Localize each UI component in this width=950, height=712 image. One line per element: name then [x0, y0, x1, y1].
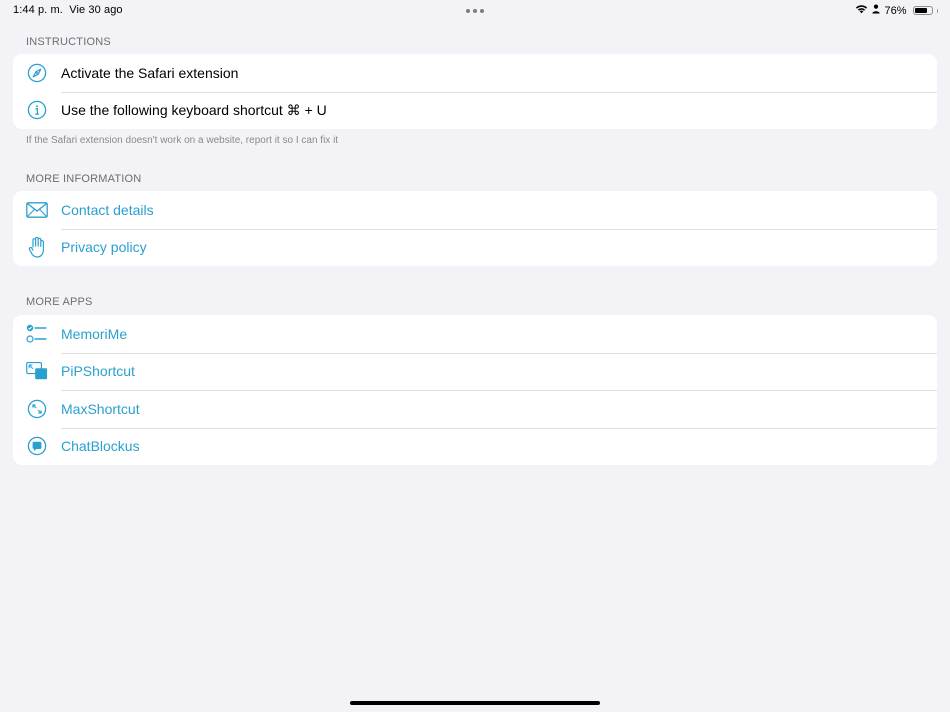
more-apps-card: MemoriMe PiPShortcut MaxShortcut ChatBlo… — [13, 315, 937, 465]
row-label: MaxShortcut — [61, 400, 140, 417]
info-icon — [26, 99, 48, 121]
row-label: Contact details — [61, 201, 154, 218]
keyboard-shortcut-row[interactable]: Use the following keyboard shortcut ⌘ + … — [13, 91, 937, 130]
instructions-card: Activate the Safari extension Use the fo… — [13, 54, 937, 129]
status-time-text: 1:44 p. m. — [13, 4, 63, 16]
row-label: Activate the Safari extension — [61, 64, 239, 81]
hand-icon — [26, 236, 48, 258]
activate-safari-extension-row[interactable]: Activate the Safari extension — [13, 54, 937, 92]
status-time: 1:44 p. m. Vie 30 ago — [13, 4, 123, 16]
more-information-header: MORE INFORMATION — [26, 173, 142, 185]
more-information-card: Contact details Privacy policy — [13, 191, 937, 266]
app-row-maxshortcut[interactable]: MaxShortcut — [13, 390, 937, 428]
row-label: Use the following keyboard shortcut ⌘ + … — [61, 101, 327, 118]
row-label: Privacy policy — [61, 239, 147, 256]
battery-icon — [912, 6, 933, 15]
multitasking-dots-icon[interactable] — [466, 9, 484, 13]
app-row-chatblockus[interactable]: ChatBlockus — [13, 427, 937, 466]
row-label: ChatBlockus — [61, 438, 140, 455]
app-row-pipshortcut[interactable]: PiPShortcut — [13, 352, 937, 391]
instructions-header: INSTRUCTIONS — [26, 36, 111, 48]
expand-icon — [26, 398, 48, 420]
wifi-icon — [855, 4, 868, 17]
status-indicators: 76% — [855, 4, 938, 17]
contact-details-row[interactable]: Contact details — [13, 191, 937, 229]
chat-bubble-icon — [26, 435, 48, 457]
home-indicator[interactable] — [350, 701, 600, 705]
battery-tip — [936, 8, 938, 13]
app-row-memorime[interactable]: MemoriMe — [13, 315, 937, 353]
instructions-footer: If the Safari extension doesn't work on … — [26, 135, 339, 146]
person-icon — [872, 4, 881, 17]
privacy-policy-row[interactable]: Privacy policy — [13, 228, 937, 267]
pip-icon — [26, 360, 48, 382]
checklist-icon — [26, 323, 48, 345]
envelope-icon — [26, 199, 48, 221]
row-label: MemoriMe — [61, 325, 128, 342]
compass-icon — [26, 62, 48, 84]
battery-percent: 76% — [884, 4, 907, 17]
status-bar: 1:44 p. m. Vie 30 ago 76% — [0, 0, 950, 22]
more-apps-header: MORE APPS — [26, 296, 93, 308]
status-date-text: Vie 30 ago — [69, 4, 123, 16]
row-label: PiPShortcut — [61, 363, 135, 380]
